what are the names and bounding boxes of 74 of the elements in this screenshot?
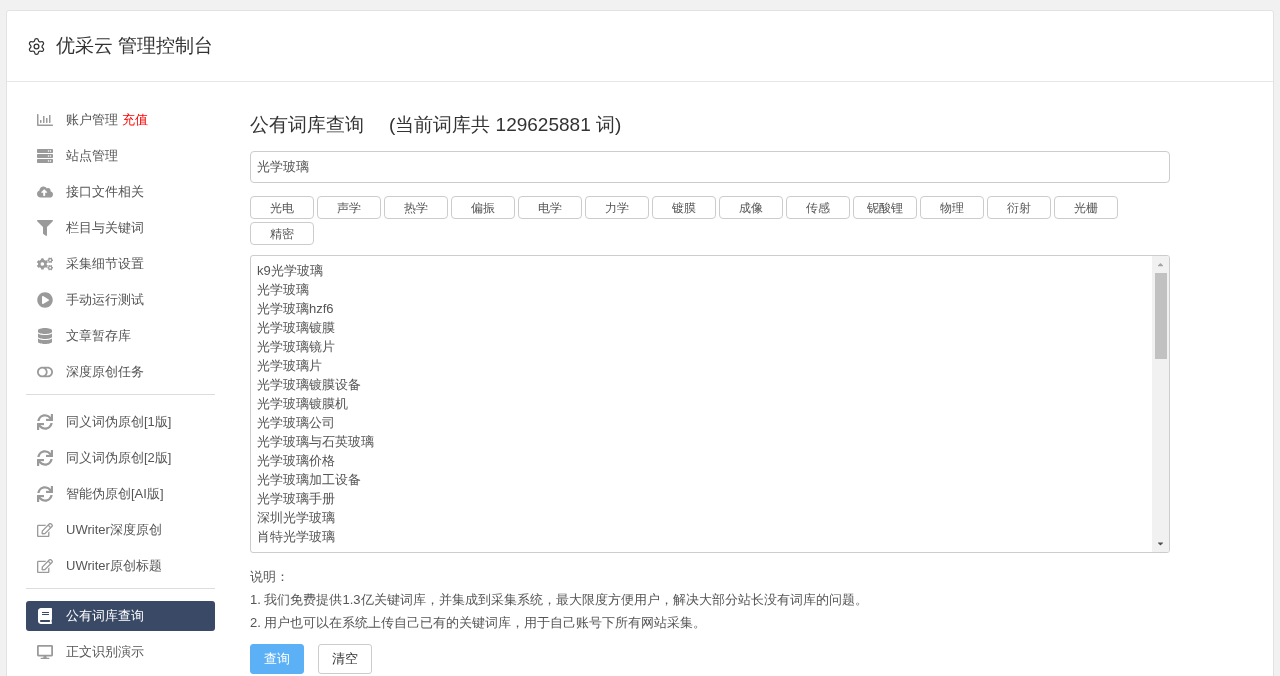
notes-heading: 说明：	[250, 568, 290, 586]
tag-button[interactable]: 声学	[317, 196, 381, 219]
note-text: 2. 用户也可以在系统上传自己已有的关键词库，用于自己账号下所有网站采集。	[250, 614, 708, 632]
gears-icon	[37, 256, 53, 272]
result-line: 光学玻璃hzf6	[257, 300, 334, 318]
result-line: k9光学玻璃	[257, 262, 323, 280]
sidebar-item[interactable]: 站点管理	[26, 141, 215, 171]
cloud-upload-icon	[37, 184, 53, 200]
scroll-up-icon[interactable]	[1156, 260, 1165, 269]
tag-button[interactable]: 传感	[786, 196, 850, 219]
sidebar-item[interactable]: 同义词伪原创[1版]	[26, 407, 215, 437]
result-line: 光学玻璃片	[257, 357, 322, 375]
toggle-icon	[37, 364, 53, 380]
result-line: 光学玻璃与石英玻璃	[257, 433, 374, 451]
sidebar-item[interactable]: 账户管理 充值	[26, 105, 215, 135]
book-icon	[37, 608, 53, 624]
tag-button[interactable]: 偏振	[451, 196, 515, 219]
settings-icon[interactable]	[27, 36, 46, 56]
sidebar-item[interactable]: 采集细节设置	[26, 249, 215, 279]
sidebar-item[interactable]: 深度原创任务	[26, 357, 215, 387]
scroll-down-icon[interactable]	[1156, 539, 1165, 548]
result-line: 光学玻璃镜片	[257, 338, 335, 356]
filter-icon	[37, 220, 53, 236]
result-line: 光学玻璃镀膜机	[257, 395, 348, 413]
bar-chart-icon	[37, 112, 53, 128]
note-text: 1. 我们免费提供1.3亿关键词库，并集成到采集系统，最大限度方便用户，解决大部分站长没有词库的问题。	[250, 591, 869, 609]
result-line: 光学玻璃镀膜设备	[257, 376, 361, 394]
refresh-icon	[37, 450, 53, 466]
sidebar-item[interactable]: 智能伪原创[AI版]	[26, 479, 215, 509]
sidebar-item[interactable]: 手动运行测试	[26, 285, 215, 315]
page-title: 公有词库查询	[250, 112, 364, 137]
word-count-note: (当前词库共 129625881 词)	[389, 112, 622, 137]
sidebar-item[interactable]: 接口文件相关	[26, 177, 215, 207]
result-line: 光学玻璃公司	[257, 414, 335, 432]
database-icon	[37, 328, 53, 344]
sidebar-item[interactable]: 文章暂存库	[26, 321, 215, 351]
app-title: 优采云 管理控制台	[56, 33, 214, 58]
scrollbar[interactable]	[1152, 256, 1169, 552]
sidebar-item[interactable]: 栏目与关键词	[26, 213, 215, 243]
tag-button[interactable]: 光电	[250, 196, 314, 219]
sidebar-item[interactable]: 同义词伪原创[2版]	[26, 443, 215, 473]
result-line: 光学玻璃镀膜	[257, 319, 335, 337]
tag-button[interactable]: 成像	[719, 196, 783, 219]
tag-button[interactable]: 精密	[250, 222, 314, 245]
result-line: 光学玻璃手册	[257, 490, 335, 508]
refresh-icon	[37, 414, 53, 430]
refresh-icon	[37, 486, 53, 502]
monitor-icon	[37, 644, 53, 660]
tag-button[interactable]: 镀膜	[652, 196, 716, 219]
tag-button[interactable]: 电学	[518, 196, 582, 219]
edit-icon	[37, 522, 53, 538]
play-icon	[37, 292, 53, 308]
sidebar-item[interactable]: UWriter深度原创	[26, 515, 215, 545]
tag-button[interactable]: 衍射	[987, 196, 1051, 219]
tag-button[interactable]: 热学	[384, 196, 448, 219]
clear-button[interactable]: 清空	[318, 644, 372, 674]
sidebar-item[interactable]: 公有词库查询	[26, 601, 215, 631]
sidebar-item[interactable]: UWriter原创标题	[26, 551, 215, 581]
result-line: 光学玻璃价格	[257, 452, 335, 470]
server-icon	[37, 148, 53, 164]
tag-button[interactable]: 光栅	[1054, 196, 1118, 219]
result-line: 光学玻璃	[257, 281, 309, 299]
tag-button[interactable]: 物理	[920, 196, 984, 219]
search-field[interactable]: 光学玻璃	[250, 151, 1170, 183]
edit-icon	[37, 558, 53, 574]
result-line: 光学玻璃加工设备	[257, 471, 361, 489]
sidebar-item[interactable]: 正文识别演示	[26, 637, 215, 667]
result-line: 深圳光学玻璃	[257, 509, 335, 527]
recharge-link[interactable]: 充值	[122, 110, 148, 130]
result-line: 肖特光学玻璃	[257, 528, 335, 546]
results-textarea[interactable]: k9光学玻璃 光学玻璃 光学玻璃hzf6 光学玻璃镀膜 光学玻璃镜片 光学玻璃片 光学玻璃镀膜设备 光学玻璃镀膜机 光学玻璃公司 光学玻璃与石英玻璃 光学玻璃价格 光学玻璃加工设备 光学玻璃手册 深圳光学玻璃 肖特光学玻璃	[250, 255, 1170, 553]
scrollbar-thumb[interactable]	[1154, 273, 1167, 359]
tag-button[interactable]: 力学	[585, 196, 649, 219]
tag-button[interactable]: 铌酸锂	[853, 196, 917, 219]
